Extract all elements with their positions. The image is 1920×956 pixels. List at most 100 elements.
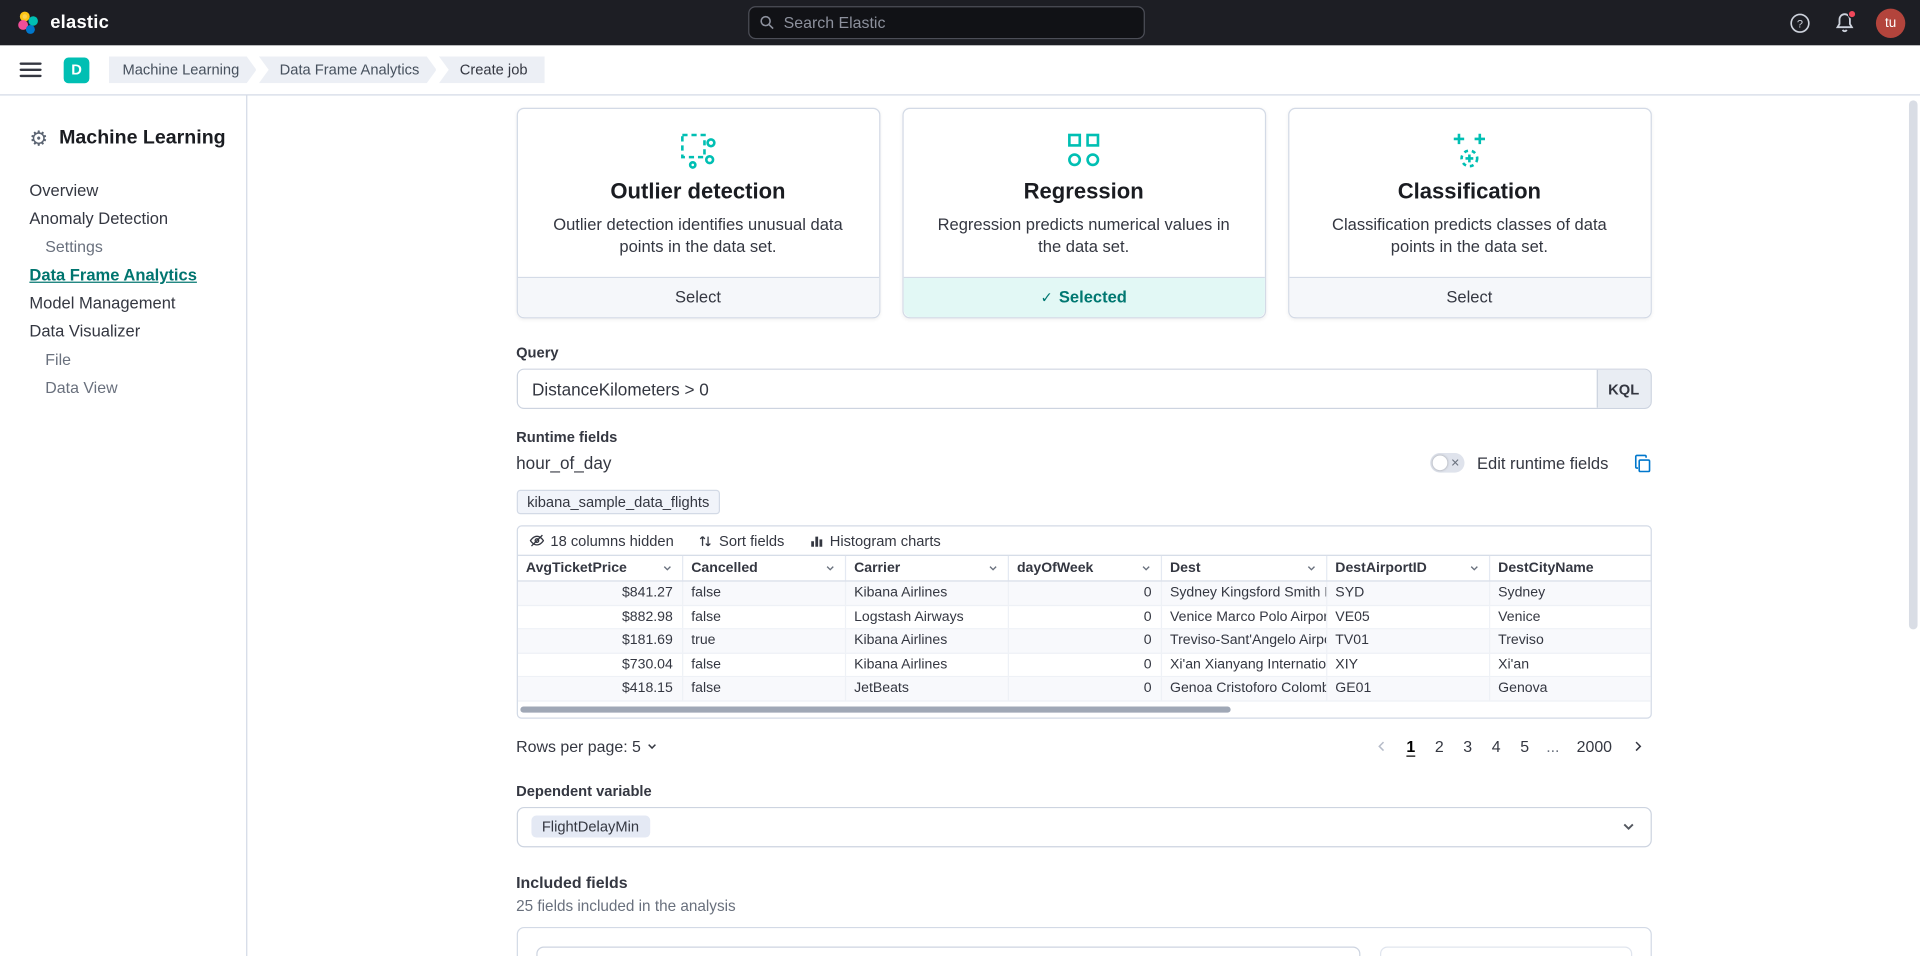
fields-filter-group: Is included Is not included: [1380, 946, 1632, 956]
column-header-avgticketprice[interactable]: AvgTicketPrice: [517, 556, 682, 580]
dependent-variable-chip: FlightDelayMin: [531, 816, 650, 838]
grid-cell: $730.04: [517, 653, 682, 676]
pagination: 1 2 3 4 5 ... 2000: [1367, 734, 1651, 757]
grid-cell: Kibana Airlines: [846, 582, 1009, 605]
horizontal-scrollbar-thumb[interactable]: [520, 706, 1230, 712]
dependent-variable-section: Dependent variable FlightDelayMin: [516, 782, 1651, 847]
sidebar-item-model-management[interactable]: Model Management: [29, 289, 226, 317]
machine-learning-app-icon: ⚙: [29, 128, 48, 149]
rows-per-page-button[interactable]: Rows per page: 5: [516, 737, 659, 755]
histogram-icon: [809, 533, 824, 548]
sidebar-item-data-view[interactable]: Data View: [45, 373, 226, 401]
help-menu-button[interactable]: ?: [1788, 10, 1812, 34]
main-menu-button[interactable]: [20, 62, 42, 77]
filter-is-not-included-button[interactable]: Is not included: [1492, 947, 1630, 956]
select-classification-button[interactable]: Select: [1289, 277, 1650, 317]
source-data-grid: 18 columns hidden Sort fields: [516, 525, 1651, 718]
grid-cell: Logstash Airways: [846, 606, 1009, 629]
grid-cell: 0: [1008, 606, 1161, 629]
query-input[interactable]: [517, 370, 1596, 408]
grid-cell: Venice: [1490, 606, 1650, 629]
breadcrumb-create-job: Create job: [439, 56, 545, 83]
source-index-badge: kibana_sample_data_flights: [516, 490, 720, 514]
chevron-down-icon: [646, 739, 659, 752]
grid-cell: $841.27: [517, 582, 682, 605]
page-button-4[interactable]: 4: [1483, 734, 1509, 757]
elastic-logo-icon: [15, 9, 42, 36]
page-button-5[interactable]: 5: [1512, 734, 1538, 757]
column-header-dayofweek[interactable]: dayOfWeek: [1008, 556, 1161, 580]
global-search-input[interactable]: [784, 13, 1134, 31]
grid-cell: Venice Marco Polo Airport: [1161, 606, 1326, 629]
sidebar-item-file[interactable]: File: [45, 345, 226, 373]
runtime-field-name: hour_of_day: [516, 453, 611, 473]
toggle-off-icon: ✕: [1451, 454, 1460, 471]
sidebar-title: Machine Learning: [59, 127, 226, 149]
global-search[interactable]: [748, 6, 1145, 39]
grid-header-row: AvgTicketPrice Cancelled Carrier dayOfWe…: [517, 555, 1650, 582]
header-actions: ? tu: [1788, 8, 1906, 37]
dependent-variable-select[interactable]: FlightDelayMin: [516, 806, 1651, 846]
table-row: $882.98 false Logstash Airways 0 Venice …: [517, 606, 1650, 630]
sidebar-item-data-visualizer[interactable]: Data Visualizer: [29, 317, 226, 345]
grid-cell: 0: [1008, 677, 1161, 700]
svg-text:?: ?: [1797, 18, 1803, 30]
runtime-fields-label: Runtime fields: [516, 429, 1651, 446]
included-fields-label: Included fields: [516, 872, 1651, 890]
pagination-ellipsis: ...: [1540, 734, 1566, 757]
column-header-carrier[interactable]: Carrier: [846, 556, 1009, 580]
sidebar-item-settings[interactable]: Settings: [45, 233, 226, 261]
user-avatar[interactable]: tu: [1876, 8, 1905, 37]
histogram-charts-button[interactable]: Histogram charts: [809, 532, 941, 549]
query-section: Query KQL: [516, 344, 1651, 409]
card-title: Regression: [903, 179, 1264, 205]
grid-cell: 0: [1008, 629, 1161, 652]
breadcrumb-bar: D Machine Learning Data Frame Analytics …: [0, 45, 1920, 95]
pagination-next-icon[interactable]: [1623, 739, 1651, 752]
columns-hidden-button[interactable]: 18 columns hidden: [528, 532, 673, 549]
column-header-destcityname[interactable]: DestCityName: [1490, 556, 1650, 580]
app-body: ⚙ Machine Learning Overview Anomaly Dete…: [0, 96, 1920, 956]
select-outlier-detection-button[interactable]: Select: [517, 277, 878, 317]
notifications-button[interactable]: [1832, 10, 1856, 34]
grid-cell: TV01: [1327, 629, 1490, 652]
breadcrumb-data-frame-analytics[interactable]: Data Frame Analytics: [259, 56, 437, 83]
deployment-badge[interactable]: D: [64, 57, 90, 83]
copy-icon[interactable]: [1633, 454, 1651, 472]
sidebar-item-data-frame-analytics[interactable]: Data Frame Analytics: [29, 261, 226, 289]
edit-runtime-fields-label[interactable]: Edit runtime fields: [1477, 454, 1608, 472]
chevron-down-icon: [656, 562, 673, 574]
card-description: Outlier detection identifies unusual dat…: [517, 214, 878, 259]
page-button-2[interactable]: 2: [1426, 734, 1452, 757]
hamburger-icon: [20, 62, 42, 64]
edit-runtime-fields-toggle[interactable]: ✕: [1430, 453, 1464, 473]
grid-cell: Xi'an: [1490, 653, 1650, 676]
column-header-destairportid[interactable]: DestAirportID: [1327, 556, 1490, 580]
breadcrumb-machine-learning[interactable]: Machine Learning: [109, 56, 256, 83]
grid-cell: JetBeats: [846, 677, 1009, 700]
sidebar-item-anomaly-detection[interactable]: Anomaly Detection: [29, 204, 226, 232]
page-button-3[interactable]: 3: [1455, 734, 1481, 757]
pagination-prev-icon[interactable]: [1367, 739, 1395, 752]
chevron-down-icon: [1619, 818, 1636, 835]
query-language-button[interactable]: KQL: [1596, 370, 1650, 408]
regression-selected-button[interactable]: ✓Selected: [903, 277, 1264, 317]
sort-fields-button[interactable]: Sort fields: [698, 532, 784, 549]
elastic-logo[interactable]: elastic: [15, 9, 109, 36]
grid-cell: Genoa Cristoforo Colomb...: [1161, 677, 1326, 700]
page-button-2000[interactable]: 2000: [1568, 734, 1621, 757]
eye-slash-icon: [528, 533, 544, 549]
column-header-dest[interactable]: Dest: [1161, 556, 1326, 580]
filter-is-included-button[interactable]: Is included: [1381, 947, 1492, 956]
sidebar-item-overview[interactable]: Overview: [29, 176, 226, 204]
grid-cell: false: [683, 653, 846, 676]
grid-cell: Genova: [1490, 677, 1650, 700]
column-header-cancelled[interactable]: Cancelled: [683, 556, 846, 580]
sidebar-header: ⚙ Machine Learning: [29, 127, 226, 149]
runtime-fields-section: Runtime fields hour_of_day ✕ Edit runtim…: [516, 429, 1651, 473]
outlier-detection-icon: [517, 129, 878, 173]
page-button-1[interactable]: 1: [1398, 734, 1424, 757]
table-row: $418.15 false JetBeats 0 Genoa Cristofor…: [517, 677, 1650, 701]
vertical-scrollbar-thumb[interactable]: [1909, 100, 1918, 629]
job-type-cards: Outlier detection Outlier detection iden…: [516, 108, 1651, 319]
